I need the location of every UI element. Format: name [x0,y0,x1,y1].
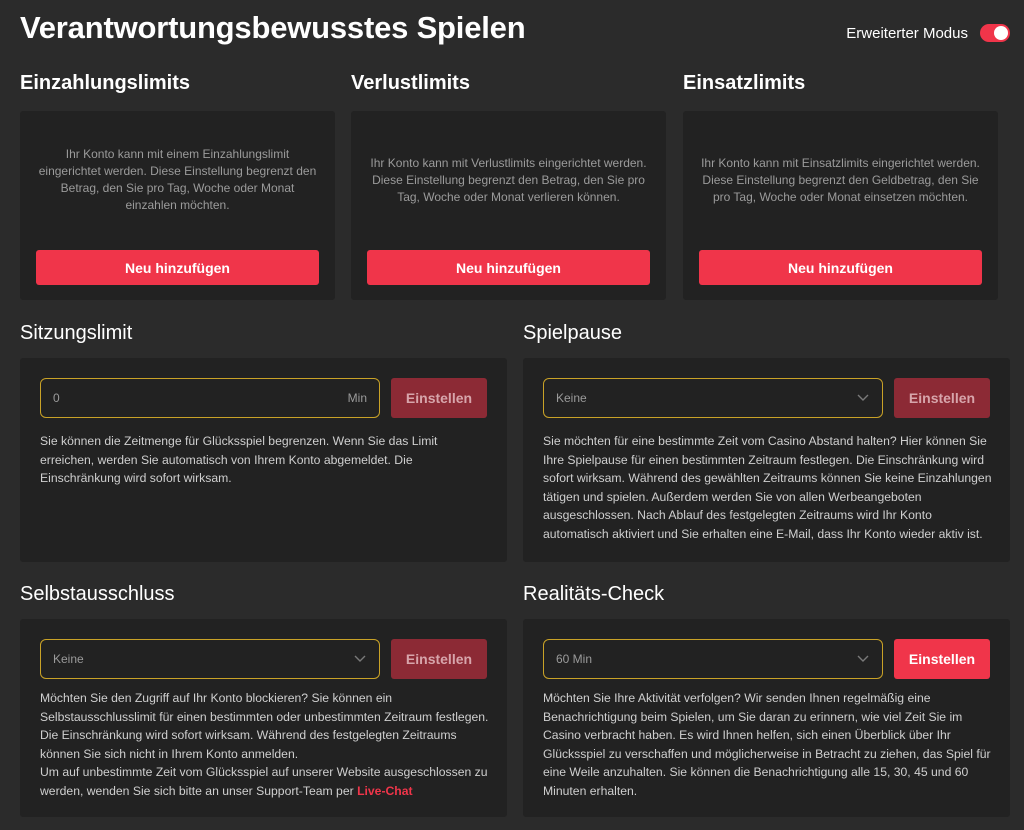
session-limit-input[interactable]: 0 Min [40,378,380,418]
advanced-mode: Erweiterter Modus [846,24,1010,42]
advanced-mode-label: Erweiterter Modus [846,24,968,42]
toggle-knob [994,26,1008,40]
add-loss-limit-button[interactable]: Neu hinzufügen [367,250,650,285]
self-exclusion-panel: Keine Einstellen Möchten Sie den Zugriff… [20,619,507,817]
session-limit-unit: Min [347,391,367,405]
session-limit-text: Sie können die Zeitmenge für Glücksspiel… [40,434,438,485]
loss-limits-card: Ihr Konto kann mit Verlustlimits eingeri… [351,111,666,300]
add-deposit-limit-button[interactable]: Neu hinzufügen [36,250,319,285]
reality-check-title: Realitäts-Check [523,583,665,605]
game-pause-title: Spielpause [523,322,622,344]
game-pause-panel: Keine Einstellen Sie möchten für eine be… [523,358,1010,562]
wager-limits-card: Ihr Konto kann mit Einsatzlimits eingeri… [683,111,998,300]
game-pause-text: Sie möchten für eine bestimmte Zeit vom … [543,434,992,541]
self-exclusion-support-text: Um auf unbestimmte Zeit vom Glücksspiel … [40,765,488,798]
reality-check-select[interactable]: 60 Min [543,639,883,679]
game-pause-selected: Keine [556,391,587,405]
session-limit-panel: 0 Min Einstellen Sie können die Zeitmeng… [20,358,507,562]
self-exclusion-title: Selbstausschluss [20,583,175,605]
add-wager-limit-button[interactable]: Neu hinzufügen [699,250,982,285]
self-exclusion-text: Möchten Sie den Zugriff auf Ihr Konto bl… [40,691,489,761]
wager-limits-description: Ihr Konto kann mit Einsatzlimits eingeri… [701,155,980,204]
game-pause-select[interactable]: Keine [543,378,883,418]
chevron-down-icon [856,652,870,666]
reality-check-set-button[interactable]: Einstellen [894,639,990,679]
loss-limits-description: Ihr Konto kann mit Verlustlimits eingeri… [370,155,647,204]
self-exclusion-select[interactable]: Keine [40,639,380,679]
self-exclusion-selected: Keine [53,652,84,666]
advanced-mode-toggle[interactable] [980,24,1010,42]
wager-limits-title: Einsatzlimits [683,72,806,94]
reality-check-selected: 60 Min [556,652,593,666]
self-exclusion-set-button[interactable]: Einstellen [391,639,487,679]
reality-check-text: Möchten Sie Ihre Aktivität verfolgen? Wi… [543,691,991,798]
deposit-limits-title: Einzahlungslimits [20,72,191,94]
reality-check-panel: 60 Min Einstellen Möchten Sie Ihre Aktiv… [523,619,1010,817]
session-limit-title: Sitzungslimit [20,322,133,344]
deposit-limits-card: Ihr Konto kann mit einem Einzahlungslimi… [20,111,335,300]
session-limit-value: 0 [53,391,60,405]
self-exclusion-text-block: Möchten Sie den Zugriff auf Ihr Konto bl… [40,689,491,800]
loss-limits-title: Verlustlimits [351,72,470,94]
deposit-limits-description: Ihr Konto kann mit einem Einzahlungslimi… [38,147,317,212]
chevron-down-icon [353,652,367,666]
game-pause-set-button[interactable]: Einstellen [894,378,990,418]
live-chat-link[interactable]: Live-Chat [357,784,413,798]
chevron-down-icon [856,391,870,405]
session-limit-set-button[interactable]: Einstellen [391,378,487,418]
page-title: Verantwortungsbewusstes Spielen [20,10,526,45]
